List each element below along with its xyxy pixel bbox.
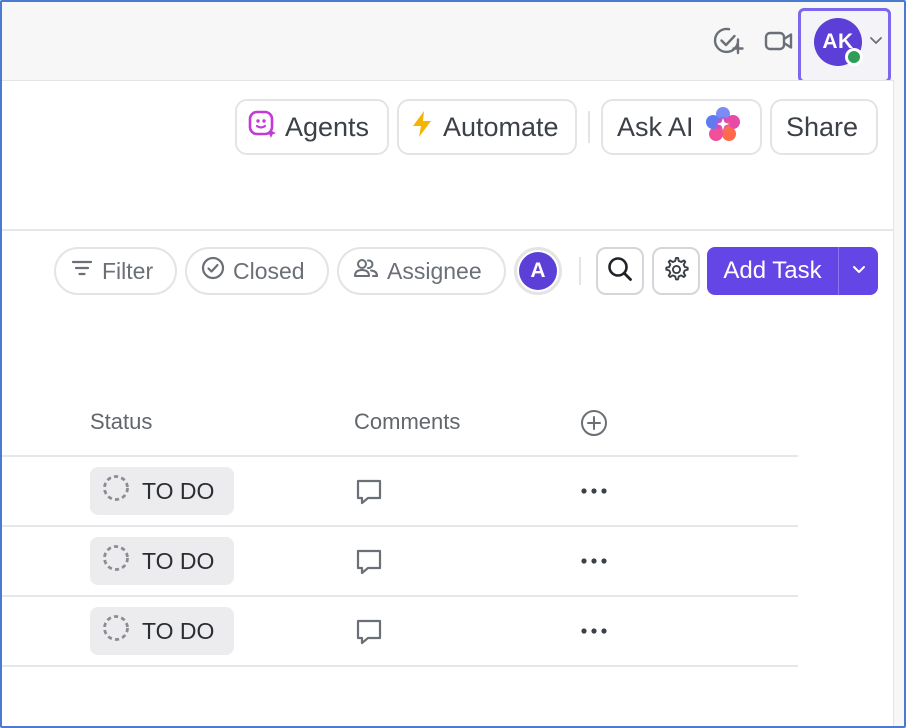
check-circle-icon bbox=[201, 256, 225, 286]
comment-icon[interactable] bbox=[354, 477, 384, 512]
more-options-icon[interactable] bbox=[580, 549, 608, 578]
settings-button[interactable] bbox=[652, 247, 700, 295]
comment-icon[interactable] bbox=[354, 547, 384, 582]
search-icon bbox=[606, 255, 634, 288]
assignee-avatar-initial: A bbox=[519, 252, 557, 290]
table-row-divider bbox=[2, 455, 798, 457]
user-menu-button[interactable]: AK bbox=[798, 8, 891, 83]
top-bar: AK bbox=[2, 2, 904, 83]
status-label: TO DO bbox=[142, 477, 215, 504]
column-header-status[interactable]: Status bbox=[90, 409, 152, 435]
comment-icon[interactable] bbox=[354, 617, 384, 652]
online-status-dot bbox=[845, 48, 863, 66]
share-label: Share bbox=[786, 111, 859, 142]
status-label: TO DO bbox=[142, 547, 215, 574]
more-options-icon[interactable] bbox=[580, 479, 608, 508]
chevron-down-icon bbox=[851, 261, 867, 282]
table-row-divider bbox=[2, 665, 798, 667]
divider bbox=[588, 111, 590, 143]
add-column-button[interactable] bbox=[580, 409, 608, 442]
users-icon bbox=[353, 256, 379, 286]
app-window: AK Agents Automate Ask AI Share Filter C… bbox=[0, 0, 906, 728]
dashed-circle-icon bbox=[102, 474, 130, 508]
agents-label: Agents bbox=[285, 111, 370, 142]
add-task-button[interactable]: Add Task bbox=[707, 247, 838, 295]
main-panel: Agents Automate Ask AI Share Filter Clos… bbox=[2, 80, 894, 726]
table-row-divider bbox=[2, 525, 798, 527]
assignee-filter-button[interactable]: Assignee bbox=[337, 247, 506, 295]
plus-circle-icon bbox=[580, 410, 608, 441]
status-label: TO DO bbox=[142, 617, 215, 644]
automate-label: Automate bbox=[443, 111, 559, 142]
column-header-comments[interactable]: Comments bbox=[354, 409, 460, 435]
assignee-avatar[interactable]: A bbox=[514, 247, 562, 295]
dashed-circle-icon bbox=[102, 614, 130, 648]
closed-label: Closed bbox=[233, 257, 305, 284]
status-badge[interactable]: TO DO bbox=[90, 467, 234, 515]
table-row-divider bbox=[2, 595, 798, 597]
search-button[interactable] bbox=[596, 247, 644, 295]
assignee-label: Assignee bbox=[387, 257, 482, 284]
filter-icon bbox=[70, 256, 94, 286]
ask-ai-button[interactable]: Ask AI bbox=[601, 99, 762, 155]
share-button[interactable]: Share bbox=[770, 99, 878, 155]
check-circle-plus-icon[interactable] bbox=[711, 24, 745, 58]
lightning-icon bbox=[409, 109, 435, 146]
add-task-split-button: Add Task bbox=[707, 247, 878, 295]
divider bbox=[579, 257, 581, 285]
closed-toggle[interactable]: Closed bbox=[185, 247, 329, 295]
agents-icon bbox=[247, 109, 277, 146]
status-badge[interactable]: TO DO bbox=[90, 607, 234, 655]
chevron-down-icon bbox=[869, 33, 883, 52]
filter-button[interactable]: Filter bbox=[54, 247, 177, 295]
automate-button[interactable]: Automate bbox=[397, 99, 577, 155]
add-task-dropdown[interactable] bbox=[839, 247, 878, 295]
dashed-circle-icon bbox=[102, 544, 130, 578]
ai-sparkle-icon bbox=[704, 105, 742, 150]
agents-button[interactable]: Agents bbox=[235, 99, 389, 155]
more-options-icon[interactable] bbox=[580, 619, 608, 648]
gear-icon bbox=[662, 255, 690, 288]
ask-ai-label: Ask AI bbox=[617, 111, 694, 142]
section-divider bbox=[2, 229, 894, 231]
status-badge[interactable]: TO DO bbox=[90, 537, 234, 585]
video-camera-icon[interactable] bbox=[762, 24, 796, 58]
filter-label: Filter bbox=[102, 257, 154, 284]
